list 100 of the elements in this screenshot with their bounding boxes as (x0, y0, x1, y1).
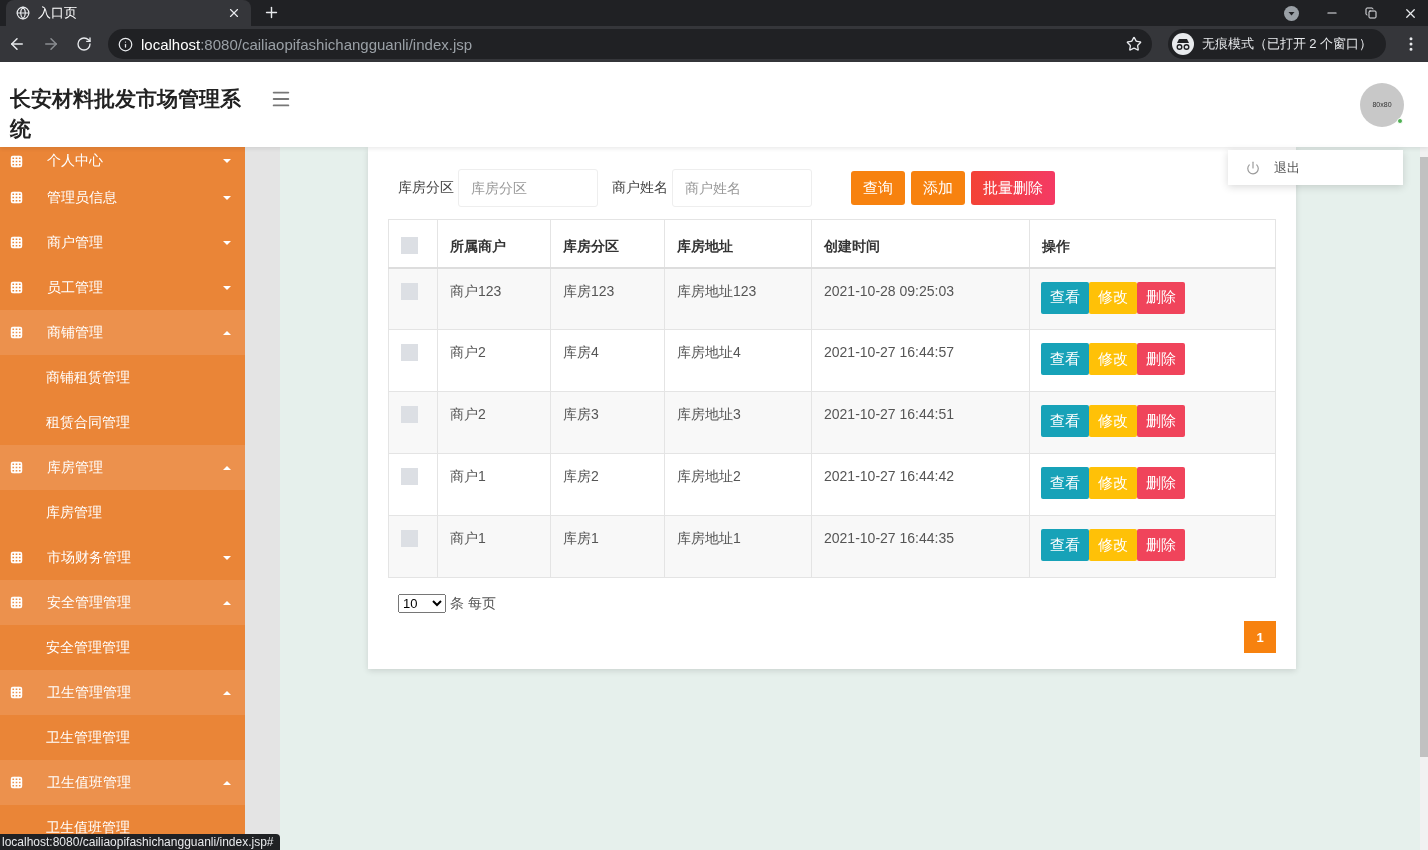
column-header: 库房分区 (550, 219, 665, 268)
batch-delete-button[interactable]: 批量删除 (971, 171, 1055, 205)
app-title: 长安材料批发市场管理系统 (10, 85, 242, 142)
url-path: :8080/cailiaopifashichangguanli/index.jsp (200, 35, 474, 53)
caret-icon (223, 240, 231, 245)
table-cell: 商户123 (437, 267, 551, 330)
back-icon[interactable] (8, 35, 26, 53)
edit-button[interactable]: 修改 (1089, 281, 1137, 314)
delete-button[interactable]: 删除 (1137, 467, 1185, 499)
edit-button[interactable]: 修改 (1089, 405, 1137, 437)
delete-button[interactable]: 删除 (1137, 405, 1185, 437)
online-dot (1397, 117, 1403, 124)
row-checkbox[interactable] (401, 344, 418, 361)
view-button[interactable]: 查看 (1041, 529, 1089, 561)
table-cell: 商户1 (437, 453, 551, 516)
new-tab-icon[interactable] (263, 4, 280, 21)
caret-icon (223, 690, 231, 695)
table-cell: 2021-10-27 16:44:57 (811, 329, 1030, 392)
sidebar-item[interactable]: 卫生管理管理 (0, 670, 245, 715)
grid-icon (10, 776, 23, 789)
delete-button[interactable]: 删除 (1137, 281, 1185, 314)
browser-tab[interactable]: 入口页 (6, 0, 251, 26)
url-tooltip: localhost:8080/cailiaopifashichangguanli/index.jsp# (0, 834, 280, 850)
address-bar[interactable]: localhost:8080/cailiaopifashichangguanli/index.jsp (108, 29, 1152, 59)
caret-icon (223, 780, 231, 785)
power-icon (1246, 160, 1260, 175)
grid-icon (10, 191, 23, 204)
select-all-checkbox[interactable] (401, 237, 418, 255)
grid-icon (10, 236, 23, 249)
table-cell: 库房地址3 (664, 391, 812, 454)
grid-icon (10, 461, 23, 474)
caret-icon (223, 600, 231, 605)
url-host: localhost (141, 35, 201, 53)
view-button[interactable]: 查看 (1041, 343, 1089, 375)
table-cell: 商户2 (437, 329, 551, 392)
field-label: 商户姓名 (612, 179, 668, 197)
edit-button[interactable]: 修改 (1089, 467, 1137, 499)
view-button[interactable]: 查看 (1041, 467, 1089, 499)
caret-icon (223, 285, 231, 290)
sidebar-subitem[interactable]: 库房管理 (0, 490, 245, 535)
table-cell: 商户2 (437, 391, 551, 454)
table-cell: 2021-10-28 09:25:03 (811, 267, 1030, 330)
table-cell: 库房地址2 (664, 453, 812, 516)
tab-search-icon[interactable] (1284, 5, 1299, 21)
grid-icon (10, 154, 23, 168)
grid-icon (10, 551, 23, 564)
search-field[interactable]: 库房分区 (458, 169, 598, 207)
grid-icon (10, 326, 23, 339)
sidebar-subitem[interactable]: 商铺租赁管理 (0, 355, 245, 400)
sidebar-subitem[interactable]: 安全管理管理 (0, 625, 245, 670)
caret-icon (223, 159, 231, 163)
close-icon[interactable] (227, 6, 241, 20)
caret-icon (223, 465, 231, 470)
table-cell: 库房2 (550, 453, 665, 516)
table-cell: 库房地址4 (664, 329, 812, 392)
row-checkbox[interactable] (401, 282, 418, 300)
grid-icon (10, 281, 23, 294)
caret-icon (223, 555, 231, 560)
page-button[interactable]: 1 (1244, 621, 1276, 653)
sidebar-subitem[interactable]: 租赁合同管理 (0, 400, 245, 445)
column-header: 库房地址 (664, 219, 812, 268)
info-icon (118, 36, 133, 52)
globe-icon (16, 6, 30, 20)
edit-button[interactable]: 修改 (1089, 343, 1137, 375)
forward-icon[interactable] (42, 35, 60, 53)
sidebar-item[interactable]: 商铺管理 (0, 310, 245, 355)
grid-icon (10, 686, 23, 699)
row-checkbox[interactable] (401, 530, 418, 547)
sidebar-item[interactable]: 卫生值班管理 (0, 760, 245, 805)
sidebar-subitem[interactable]: 卫生管理管理 (0, 715, 245, 760)
delete-button[interactable]: 删除 (1137, 529, 1185, 561)
column-header: 创建时间 (811, 219, 1030, 268)
table-cell: 库房地址123 (664, 267, 812, 330)
search-field[interactable]: 商户姓名 (672, 169, 812, 207)
restore-icon[interactable] (1365, 7, 1377, 19)
column-header: 操作 (1029, 219, 1276, 268)
column-header: 所属商户 (437, 219, 551, 268)
logout-item[interactable]: 退出 (1274, 158, 1300, 177)
table-cell: 库房4 (550, 329, 665, 392)
delete-button[interactable]: 删除 (1137, 343, 1185, 375)
sidebar-item[interactable]: 库房管理 (0, 445, 245, 490)
table-cell: 2021-10-27 16:44:42 (811, 453, 1030, 516)
sidebar-item[interactable]: 安全管理管理 (0, 580, 245, 625)
table-cell: 2021-10-27 16:44:51 (811, 391, 1030, 454)
view-button[interactable]: 查看 (1041, 405, 1089, 437)
scrollbar[interactable] (1420, 147, 1428, 850)
action-button[interactable]: 查询 (851, 171, 905, 205)
star-icon[interactable] (1125, 36, 1142, 52)
page-size-select[interactable]: 10 (398, 594, 446, 613)
incognito-indicator[interactable]: 无痕模式（已打开 2 个窗口） (1167, 29, 1386, 59)
action-button[interactable]: 添加 (911, 171, 965, 205)
reload-icon[interactable] (76, 36, 92, 52)
table-cell: 2021-10-27 16:44:35 (811, 515, 1030, 578)
edit-button[interactable]: 修改 (1089, 529, 1137, 561)
incognito-icon (1171, 33, 1194, 55)
table-cell: 库房地址1 (664, 515, 812, 578)
row-checkbox[interactable] (401, 468, 418, 485)
row-checkbox[interactable] (401, 406, 418, 423)
view-button[interactable]: 查看 (1041, 281, 1089, 314)
table-cell: 商户1 (437, 515, 551, 578)
